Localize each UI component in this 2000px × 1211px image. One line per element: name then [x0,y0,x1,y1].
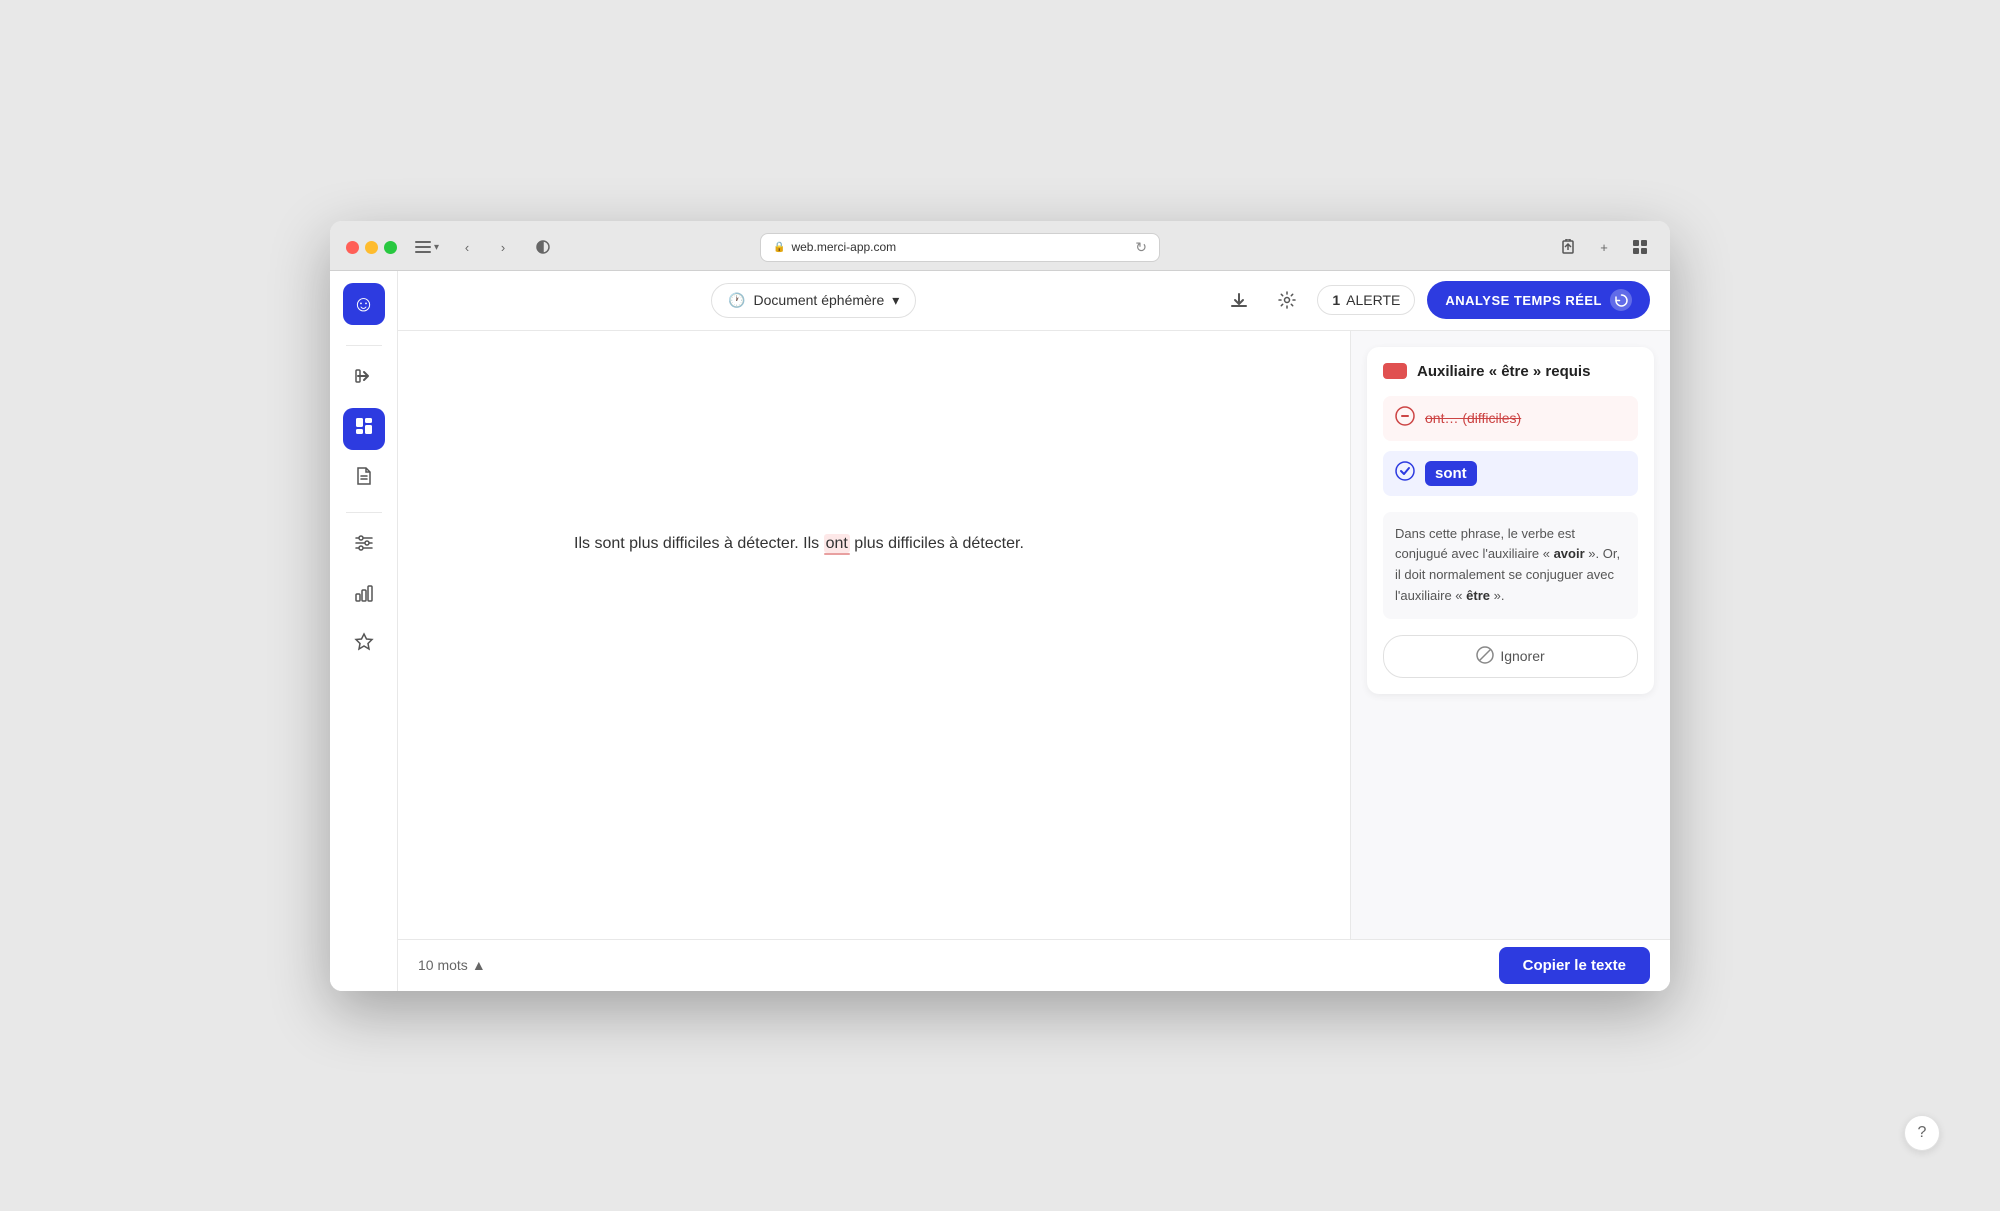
analyse-button[interactable]: ANALYSE TEMPS RÉEL [1427,281,1650,319]
theme-toggle-controls [529,233,557,261]
ignore-button[interactable]: Ignorer [1383,635,1638,678]
copy-button[interactable]: Copier le texte [1499,947,1650,984]
chevron-down-icon: ▾ [434,242,439,253]
app-container: ☺ [330,271,1670,991]
toolbar-right: 1 ALERTE ANALYSE TEMPS RÉEL [1317,281,1650,319]
document-icon [355,466,373,491]
doc-type-button[interactable]: 🕐 Document éphémère ▾ [711,283,916,318]
bottom-bar: 10 mots ▲ Copier le texte [398,939,1670,991]
wrong-icon [1395,406,1415,431]
analyse-icon [1610,289,1632,311]
correction-explanation: Dans cette phrase, le verbe est conjugué… [1383,512,1638,619]
app-logo[interactable]: ☺ [343,283,385,325]
text-after: plus difficiles à détecter. [850,535,1024,552]
refresh-icon[interactable]: ↻ [1135,239,1147,256]
correct-icon [1395,461,1415,486]
forward-button[interactable]: › [489,233,517,261]
sidebar: ☺ [330,271,398,991]
analyse-label: ANALYSE TEMPS RÉEL [1445,293,1602,308]
word-count-icon: ▲ [472,957,486,973]
import-icon [354,366,374,391]
copy-button-label: Copier le texte [1523,957,1626,974]
sidebar-item-document[interactable] [343,458,385,500]
traffic-lights [346,241,397,254]
download-button[interactable] [1221,282,1257,318]
sidebar-toggle-btn[interactable]: ▾ [409,237,445,257]
content-area: Ils sont plus difficiles à détecter. Ils… [398,331,1670,939]
wrong-option-text: ont… (difficiles) [1425,410,1521,426]
browser-titlebar: ▾ ‹ › 🔒 web.merci-app.com ↻ [330,221,1670,271]
text-before: Ils sont plus difficiles à détecter. Ils [574,535,824,552]
ignore-label: Ignorer [1500,648,1544,664]
correction-header: Auxiliaire « être » requis [1383,363,1638,380]
sidebar-divider-1 [346,345,382,346]
browser-controls: ▾ ‹ › [409,233,517,261]
editor-text[interactable]: Ils sont plus difficiles à détecter. Ils… [574,531,1174,557]
dropdown-icon: ▾ [892,292,899,309]
grid-button[interactable] [1626,233,1654,261]
minimize-traffic-light[interactable] [365,241,378,254]
option-wrong[interactable]: ont… (difficiles) [1383,396,1638,441]
word-count-text: 10 mots [418,957,468,973]
browser-actions-right: + [1554,233,1654,261]
clock-icon: 🕐 [728,292,745,309]
alert-label: ALERTE [1346,292,1400,308]
error-dot [1383,363,1407,379]
close-traffic-light[interactable] [346,241,359,254]
correction-options: ont… (difficiles) sont [1383,396,1638,496]
explanation-text: Dans cette phrase, le verbe est conjugué… [1395,526,1620,603]
correct-option-word: sont [1425,461,1477,486]
alert-badge-button[interactable]: 1 ALERTE [1317,285,1415,315]
url-text: web.merci-app.com [791,240,896,254]
main-area: 🕐 Document éphémère ▾ [398,271,1670,991]
maximize-traffic-light[interactable] [384,241,397,254]
stats-icon [354,584,374,607]
back-button[interactable]: ‹ [453,233,481,261]
address-bar[interactable]: 🔒 web.merci-app.com ↻ [760,233,1160,262]
sidebar-item-add[interactable] [343,408,385,450]
option-correct[interactable]: sont [1383,451,1638,496]
ignore-icon [1476,646,1494,667]
help-icon: ? [1918,1124,1927,1142]
highlighted-word[interactable]: ont [824,534,850,553]
browser-window: ▾ ‹ › 🔒 web.merci-app.com ↻ [330,221,1670,991]
editor-area[interactable]: Ils sont plus difficiles à détecter. Ils… [398,331,1350,939]
address-bar-container: 🔒 web.merci-app.com ↻ [760,233,1160,262]
alert-count: 1 [1332,292,1340,308]
toolbar-center: 🕐 Document éphémère ▾ [418,283,1209,318]
badge-icon [354,632,374,659]
sliders-icon [354,534,374,557]
logo-icon: ☺ [352,291,374,317]
new-tab-button[interactable]: + [1590,233,1618,261]
sidebar-item-badge[interactable] [343,625,385,667]
share-button[interactable] [1554,233,1582,261]
lock-icon: 🔒 [773,242,785,253]
sidebar-item-stats[interactable] [343,575,385,617]
gear-button[interactable] [1269,282,1305,318]
toolbar: 🕐 Document éphémère ▾ [398,271,1670,331]
correction-title: Auxiliaire « être » requis [1417,363,1590,380]
sidebar-divider-2 [346,512,382,513]
correction-panel: Auxiliaire « être » requis o [1350,331,1670,939]
sidebar-item-import[interactable] [343,358,385,400]
correction-card: Auxiliaire « être » requis o [1367,347,1654,694]
sidebar-item-settings[interactable] [343,525,385,567]
help-button[interactable]: ? [1904,1115,1940,1151]
theme-toggle-button[interactable] [529,233,557,261]
add-icon [353,415,375,442]
word-count: 10 mots ▲ [418,957,486,973]
doc-type-label: Document éphémère [754,292,885,308]
